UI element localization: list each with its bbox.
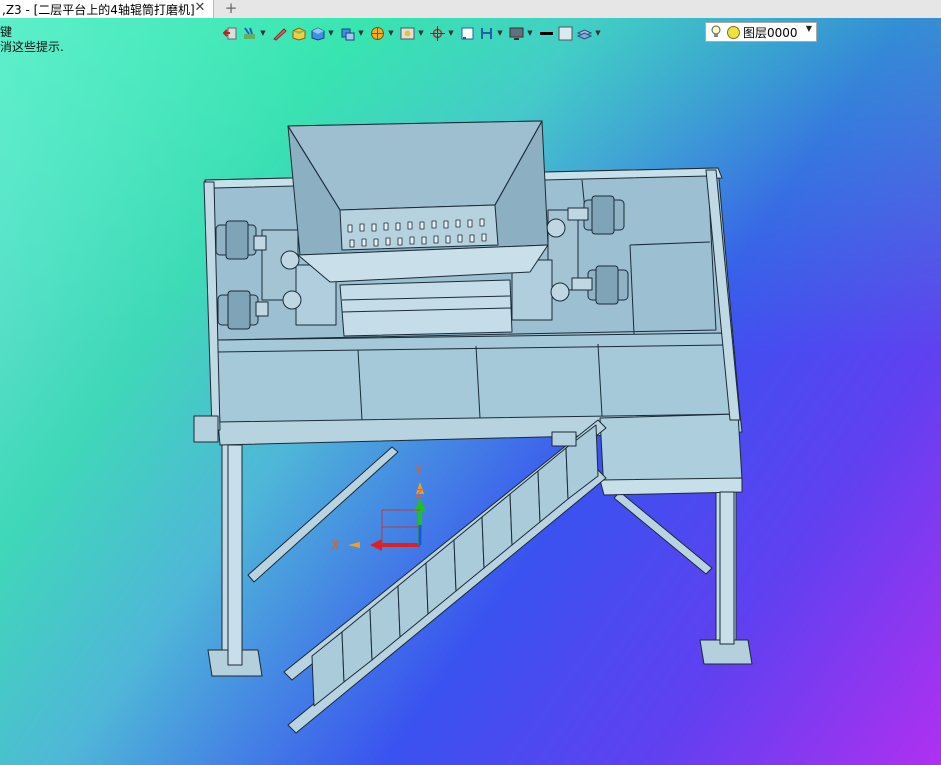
section-icon[interactable] xyxy=(478,25,495,42)
chevron-down-icon[interactable]: ▼ xyxy=(497,25,503,42)
shaded-box-icon[interactable] xyxy=(290,25,307,42)
close-icon[interactable]: ✕ xyxy=(193,1,207,15)
document-tab-title: ,Z3 - [二层平台上的4轴辊筒打磨机] xyxy=(2,2,195,17)
exit-icon[interactable] xyxy=(222,25,239,42)
chevron-down-icon[interactable]: ▼ xyxy=(595,25,601,42)
3d-viewport[interactable]: X Y Z xyxy=(0,18,941,765)
plus-icon[interactable]: + xyxy=(224,0,238,18)
layer-select[interactable]: 图层0000 ▼ xyxy=(705,22,817,42)
hint-line-1: 键 xyxy=(0,25,13,39)
z-axis-label: Z xyxy=(415,487,423,500)
chevron-down-icon[interactable]: ▼ xyxy=(388,25,394,42)
layer-select-value: 图层0000 xyxy=(743,25,798,40)
view-toolbar: ▼ ▼ ▼ ▼ ▼ ▼ ▼ ▼ ▼ xyxy=(222,22,606,44)
display-mode-icon[interactable] xyxy=(399,25,416,42)
layer-stack-icon[interactable] xyxy=(576,25,593,42)
chevron-down-icon[interactable]: ▼ xyxy=(806,24,812,33)
fill-color-icon[interactable] xyxy=(557,25,574,42)
frame-icon[interactable] xyxy=(459,25,476,42)
chevron-down-icon[interactable]: ▼ xyxy=(418,25,424,42)
hint-line-2: 消这些提示. xyxy=(0,40,64,54)
document-tab[interactable]: ,Z3 - [二层平台上的4轴辊筒打磨机] ✕ xyxy=(0,0,214,18)
lighting-icon[interactable] xyxy=(241,25,258,42)
snap-icon[interactable] xyxy=(429,25,446,42)
view-orient-icon[interactable] xyxy=(339,25,356,42)
y-axis-label: Y xyxy=(414,464,423,479)
solid-view-icon[interactable] xyxy=(309,25,326,42)
document-tab-bar: ,Z3 - [二层平台上的4轴辊筒打磨机] ✕ + xyxy=(0,0,941,19)
shredder-machine-model: X Y Z xyxy=(193,120,753,734)
chevron-down-icon[interactable]: ▼ xyxy=(328,25,334,42)
chevron-down-icon[interactable]: ▼ xyxy=(260,25,266,42)
line-color-icon[interactable] xyxy=(538,25,555,42)
chevron-down-icon[interactable]: ▼ xyxy=(448,25,454,42)
x-axis-label: X xyxy=(331,539,340,554)
render-style-icon[interactable] xyxy=(369,25,386,42)
chevron-down-icon[interactable]: ▼ xyxy=(527,25,533,42)
sun-icon[interactable] xyxy=(727,25,740,39)
monitor-icon[interactable] xyxy=(508,25,525,42)
pencil-icon[interactable] xyxy=(271,25,288,42)
chevron-down-icon[interactable]: ▼ xyxy=(358,25,364,42)
light-bulb-icon[interactable] xyxy=(710,25,724,39)
